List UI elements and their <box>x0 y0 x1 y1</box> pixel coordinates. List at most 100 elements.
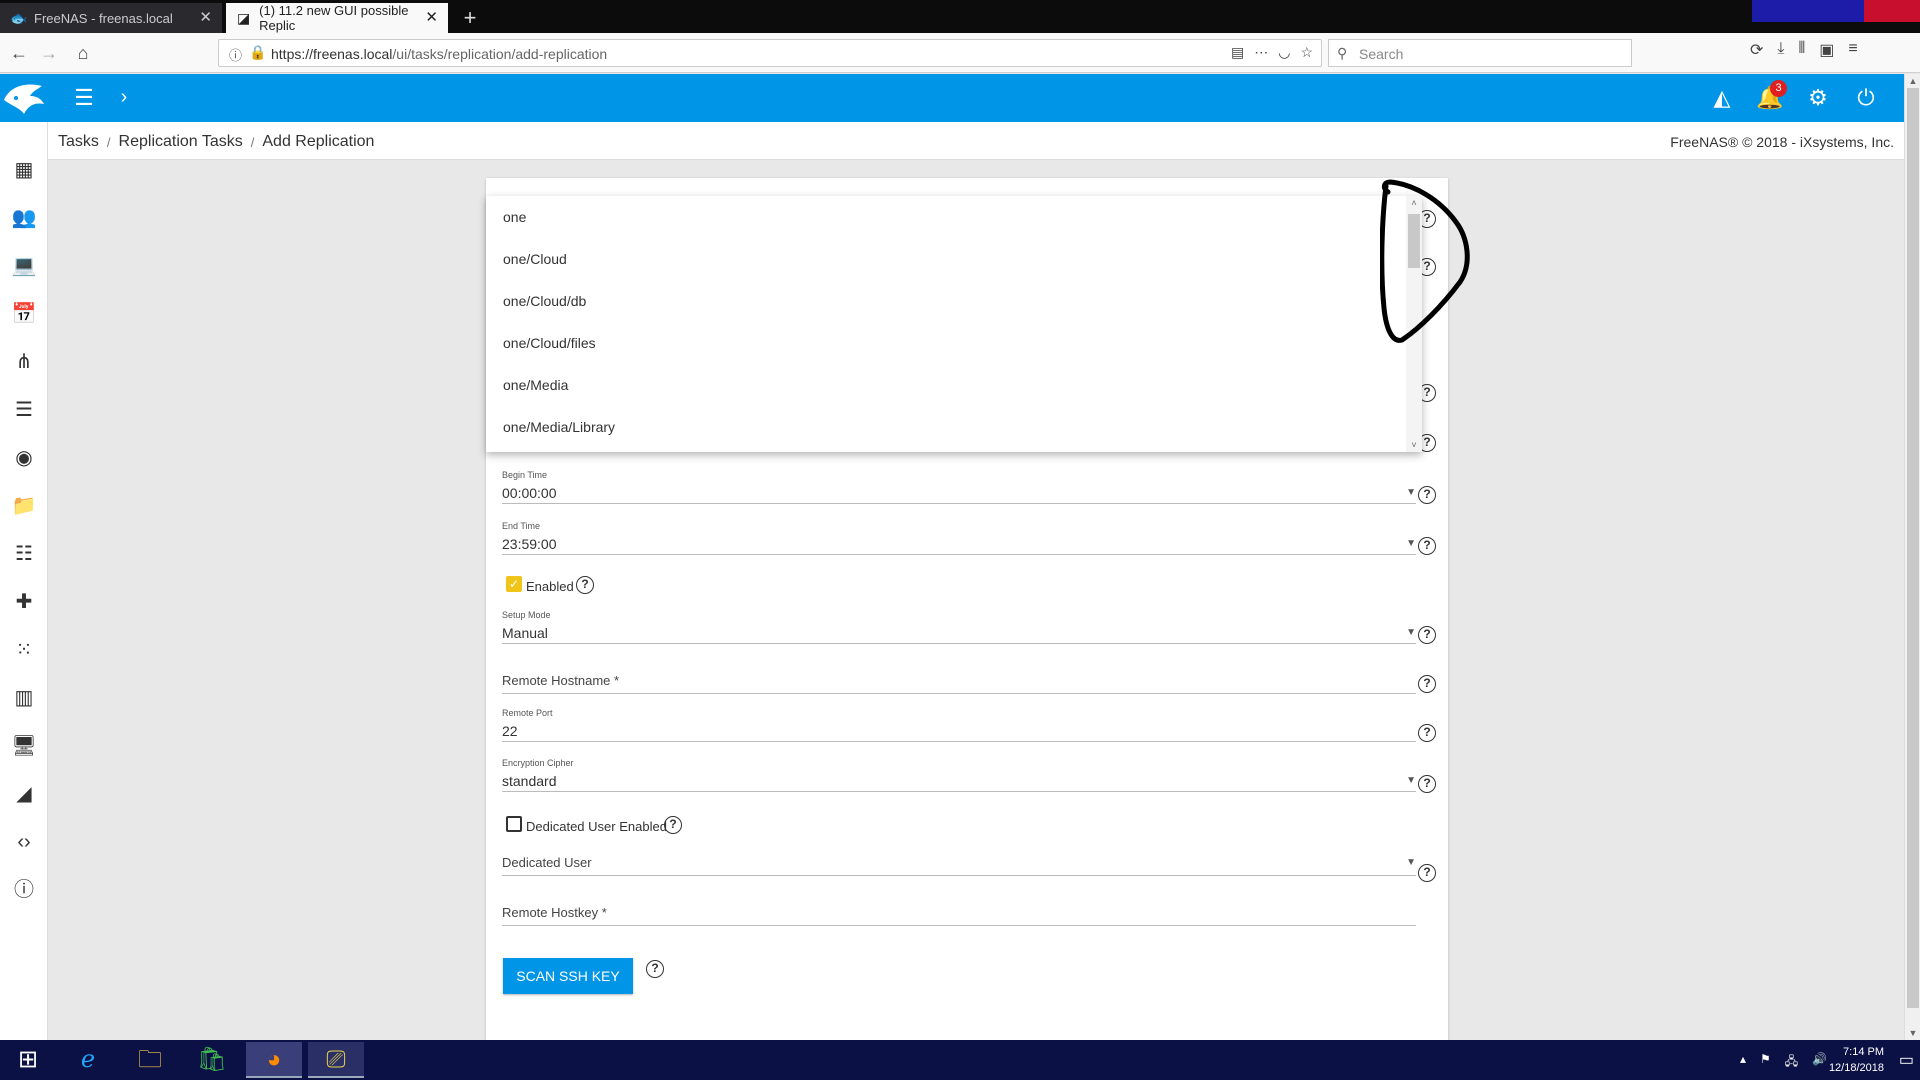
remote-port-field[interactable]: Remote Port 22 <box>502 708 1416 742</box>
help-icon[interactable]: ? <box>664 816 682 834</box>
help-icon[interactable]: ? <box>1418 724 1436 742</box>
setup-mode-select[interactable]: Manual ▼ <box>502 622 1416 644</box>
internet-explorer-icon[interactable]: ℯ <box>60 1042 116 1078</box>
breadcrumb-tasks[interactable]: Tasks <box>58 133 99 151</box>
back-arrow-icon[interactable]: ← <box>6 40 32 66</box>
sidebar-toggle-icon[interactable]: ▣ <box>1819 40 1834 60</box>
window-maximize-button[interactable] <box>1808 0 1864 22</box>
window-minimize-button[interactable] <box>1752 0 1808 22</box>
network-tray-icon[interactable]: 🖧 <box>1785 1052 1798 1073</box>
network-icon[interactable]: ⋔ <box>10 348 38 376</box>
scan-ssh-key-button[interactable]: SCAN SSH KEY <box>503 958 633 994</box>
plugins-icon[interactable]: ✚ <box>10 588 38 616</box>
sharing-icon[interactable]: 📁 <box>10 492 38 520</box>
dropdown-option[interactable]: one/Cloud/db <box>486 280 1404 322</box>
dashboard-icon[interactable]: ▦ <box>10 156 38 184</box>
firefox-taskbar-icon[interactable]: ◕ <box>246 1042 302 1078</box>
remote-hostname-input[interactable]: Remote Hostname * <box>502 668 1416 694</box>
dataset-dropdown-panel[interactable]: one one/Cloud one/Cloud/db one/Cloud/fil… <box>486 196 1422 452</box>
help-icon[interactable]: ? <box>1418 675 1436 693</box>
url-bar[interactable]: ⓘ 🔒 https://freenas.local/ui/tasks/repli… <box>218 39 1322 67</box>
services-icon[interactable]: ☷ <box>10 540 38 568</box>
scroll-up-arrow-icon[interactable]: ▲ <box>1907 76 1919 86</box>
dropdown-option[interactable]: one/Media/Library <box>486 406 1404 448</box>
virtual-machines-icon[interactable]: 🖥 <box>10 732 38 760</box>
scroll-down-arrow-icon[interactable]: ▼ <box>1907 1028 1919 1038</box>
freenas-logo-icon[interactable] <box>2 78 46 118</box>
storage-icon[interactable]: ☰ <box>10 396 38 424</box>
reporting-icon[interactable]: ▥ <box>10 684 38 712</box>
notifications-tray-icon[interactable]: ▭ <box>1899 1050 1914 1070</box>
page-scrollbar[interactable]: ▲ ▼ <box>1904 74 1920 1040</box>
encryption-cipher-field[interactable]: Encryption Cipher standard ▼ <box>502 758 1416 792</box>
library-icon[interactable]: ⫴ <box>1798 40 1805 60</box>
info-icon[interactable]: ⓘ <box>229 45 242 64</box>
browser-menu-icon[interactable]: ≡ <box>1848 40 1857 60</box>
accounts-icon[interactable]: 👥 <box>10 204 38 232</box>
enabled-checkbox[interactable]: ✓ <box>506 576 522 592</box>
end-time-field[interactable]: End Time 23:59:00 ▼ <box>502 521 1416 555</box>
chevron-right-icon[interactable]: › <box>112 84 136 112</box>
reload-icon[interactable]: ⟳ <box>1750 40 1763 60</box>
remote-hostkey-field[interactable]: Remote Hostkey * <box>502 900 1416 926</box>
new-tab-button[interactable]: + <box>456 4 484 32</box>
windows-start-icon[interactable]: ⊞ <box>0 1042 56 1078</box>
tab-freenas[interactable]: 🐟 FreeNAS - freenas.local ✕ <box>0 3 222 33</box>
dedicated-user-field[interactable]: Dedicated User ▼ <box>502 850 1416 876</box>
enabled-label[interactable]: Enabled <box>526 579 574 594</box>
settings-gear-icon[interactable]: ⚙ <box>1802 82 1834 114</box>
directory-services-icon[interactable]: ◉ <box>10 444 38 472</box>
remote-hostkey-input[interactable]: Remote Hostkey * <box>502 900 1416 926</box>
page-scrollbar-thumb[interactable] <box>1907 88 1919 1008</box>
dropdown-option[interactable]: one <box>486 196 1404 238</box>
dropdown-option[interactable]: one/Media <box>486 364 1404 406</box>
display-system-processes-icon[interactable]: ◢ <box>10 780 38 808</box>
taskbar-clock[interactable]: 7:14 PM 12/18/2018 <box>1829 1044 1884 1076</box>
action-center-flag-icon[interactable]: ⚑ <box>1760 1052 1771 1073</box>
help-icon[interactable]: ? <box>646 960 664 978</box>
tab-forum[interactable]: ◪ (1) 11.2 new GUI possible Replic ✕ <box>226 3 448 33</box>
hamburger-menu-icon[interactable]: ☰ <box>70 84 98 112</box>
remote-hostname-field[interactable]: Remote Hostname * <box>502 668 1416 694</box>
power-icon[interactable]: ⏻ <box>1850 82 1882 114</box>
remote-port-input[interactable]: 22 <box>502 720 1416 742</box>
shell-icon[interactable]: ‹› <box>10 828 38 856</box>
file-explorer-icon[interactable]: 🗀 <box>122 1042 178 1078</box>
end-time-select[interactable]: 23:59:00 ▼ <box>502 533 1416 555</box>
system-icon[interactable]: 💻 <box>10 252 38 280</box>
forward-arrow-icon[interactable]: → <box>36 40 62 66</box>
volume-tray-icon[interactable]: 🔊 <box>1812 1052 1827 1073</box>
window-close-button[interactable] <box>1864 0 1920 22</box>
breadcrumb-replication-tasks[interactable]: Replication Tasks <box>119 133 243 151</box>
remote-desktop-taskbar-icon[interactable]: ⎚ <box>308 1042 364 1078</box>
page-actions-icon[interactable]: ⋯ <box>1254 44 1268 61</box>
begin-time-field[interactable]: Begin Time 00:00:00 ▼ <box>502 470 1416 504</box>
tray-expand-icon[interactable]: ▴ <box>1740 1052 1746 1073</box>
lock-warning-icon[interactable]: 🔒 <box>249 44 266 61</box>
dropdown-option[interactable]: one/Cloud/files <box>486 322 1404 364</box>
help-icon[interactable]: ? <box>1418 626 1436 644</box>
theme-paint-bucket-icon[interactable]: ◭ <box>1706 82 1738 114</box>
setup-mode-field[interactable]: Setup Mode Manual ▼ <box>502 610 1416 644</box>
help-icon[interactable]: ? <box>1418 486 1436 504</box>
downloads-icon[interactable]: ⤓ <box>1777 40 1784 60</box>
dropdown-option[interactable]: one/Cloud <box>486 238 1404 280</box>
tab-close-icon[interactable]: ✕ <box>425 10 438 26</box>
tab-close-icon[interactable]: ✕ <box>199 10 212 26</box>
help-icon[interactable]: ? <box>576 576 594 594</box>
help-icon[interactable]: ? <box>1418 864 1436 882</box>
encryption-cipher-select[interactable]: standard ▼ <box>502 770 1416 792</box>
help-icon[interactable]: ? <box>1418 537 1436 555</box>
pocket-icon[interactable]: ◡ <box>1278 44 1290 61</box>
home-icon[interactable]: ⌂ <box>70 40 96 66</box>
jails-icon[interactable]: ⁙ <box>10 636 38 664</box>
store-icon[interactable]: 🛍 <box>184 1042 240 1078</box>
scroll-down-arrow-icon[interactable]: ˅ <box>1408 440 1420 450</box>
bookmark-star-icon[interactable]: ☆ <box>1300 44 1313 61</box>
browser-search-bar[interactable]: ⚲ Search <box>1328 39 1632 67</box>
reader-view-icon[interactable]: ▤ <box>1231 44 1244 61</box>
dedicated-user-enabled-checkbox[interactable] <box>506 816 522 832</box>
dedicated-user-select[interactable]: Dedicated User ▼ <box>502 850 1416 876</box>
tasks-icon[interactable]: 📅 <box>10 300 38 328</box>
help-icon[interactable]: ? <box>1418 775 1436 793</box>
